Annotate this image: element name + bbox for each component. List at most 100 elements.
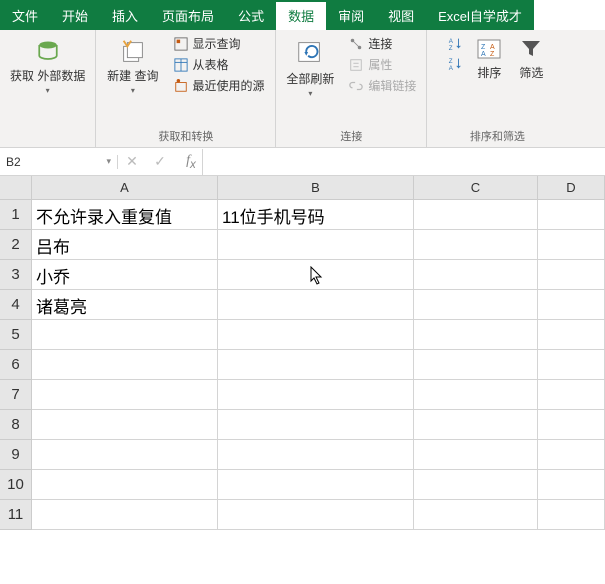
cell-A11[interactable] (32, 500, 218, 530)
cell-B9[interactable] (218, 440, 414, 470)
show-queries-icon (173, 36, 189, 52)
row-header-1[interactable]: 1 (0, 200, 31, 230)
cell-C7[interactable] (414, 380, 538, 410)
new-query-label: 新建 查询 (107, 70, 158, 84)
cell-A10[interactable] (32, 470, 218, 500)
tab-self-learn[interactable]: Excel自学成才 (426, 0, 534, 30)
tab-home[interactable]: 开始 (50, 0, 100, 30)
cell-D10[interactable] (538, 470, 605, 500)
group-connections: 全部刷新 ▾ 连接 属性 (276, 30, 427, 147)
row-header-11[interactable]: 11 (0, 500, 31, 530)
select-all-corner[interactable] (0, 176, 32, 200)
cell-D1[interactable] (538, 200, 605, 230)
cell-A7[interactable] (32, 380, 218, 410)
row-header-8[interactable]: 8 (0, 410, 31, 440)
cell-C10[interactable] (414, 470, 538, 500)
cell-B6[interactable] (218, 350, 414, 380)
refresh-all-button[interactable]: 全部刷新 ▾ (282, 34, 338, 100)
cell-C2[interactable] (414, 230, 538, 260)
cell-C4[interactable] (414, 290, 538, 320)
recent-sources-button[interactable]: 最近使用的源 (169, 76, 269, 95)
show-queries-button[interactable]: 显示查询 (169, 34, 269, 53)
row-header-4[interactable]: 4 (0, 290, 31, 320)
svg-text:A: A (449, 38, 454, 45)
row-header-10[interactable]: 10 (0, 470, 31, 500)
cell-C8[interactable] (414, 410, 538, 440)
recent-sources-label: 最近使用的源 (193, 77, 265, 94)
cell-A8[interactable] (32, 410, 218, 440)
cell-C3[interactable] (414, 260, 538, 290)
cancel-formula-button[interactable]: ✕ (118, 149, 146, 175)
cell-D3[interactable] (538, 260, 605, 290)
col-header-A[interactable]: A (32, 176, 218, 199)
cell-D9[interactable] (538, 440, 605, 470)
tab-review[interactable]: 审阅 (326, 0, 376, 30)
tab-formulas[interactable]: 公式 (226, 0, 276, 30)
recent-sources-icon (173, 78, 189, 94)
cell-A5[interactable] (32, 320, 218, 350)
tab-view[interactable]: 视图 (376, 0, 426, 30)
cell-A1[interactable]: 不允许录入重复值 (32, 200, 218, 230)
col-header-B[interactable]: B (218, 176, 414, 199)
tab-insert[interactable]: 插入 (100, 0, 150, 30)
cell-C6[interactable] (414, 350, 538, 380)
col-header-D[interactable]: D (538, 176, 605, 199)
from-table-button[interactable]: 从表格 (169, 55, 269, 74)
sort-asc-button[interactable]: AZ (445, 34, 465, 54)
cell-B10[interactable] (218, 470, 414, 500)
cell-B4[interactable] (218, 290, 414, 320)
row-header-7[interactable]: 7 (0, 380, 31, 410)
cell-D2[interactable] (538, 230, 605, 260)
cell-C11[interactable] (414, 500, 538, 530)
cell-B2[interactable] (218, 230, 414, 260)
row-header-3[interactable]: 3 (0, 260, 31, 290)
cell-C5[interactable] (414, 320, 538, 350)
cell-D6[interactable] (538, 350, 605, 380)
cell-B1[interactable]: 11位手机号码 (218, 200, 414, 230)
worksheet: A B C D 1 2 3 4 5 6 7 8 9 10 11 不允许录入重复值… (0, 176, 605, 584)
row-header-2[interactable]: 2 (0, 230, 31, 260)
properties-icon (348, 57, 364, 73)
table-icon (173, 57, 189, 73)
funnel-icon (518, 36, 544, 62)
tab-data[interactable]: 数据 (276, 0, 326, 30)
row-header-6[interactable]: 6 (0, 350, 31, 380)
sort-icon: ZAAZ (476, 36, 502, 62)
tab-file[interactable]: 文件 (0, 0, 50, 30)
cell-C1[interactable] (414, 200, 538, 230)
edit-links-label: 编辑链接 (368, 77, 416, 94)
get-external-data-button[interactable]: 获取 外部数据 ▾ (6, 34, 89, 97)
cell-B5[interactable] (218, 320, 414, 350)
new-query-button[interactable]: 新建 查询 ▾ (103, 34, 162, 97)
cell-B7[interactable] (218, 380, 414, 410)
cell-D5[interactable] (538, 320, 605, 350)
tab-page-layout[interactable]: 页面布局 (150, 0, 226, 30)
col-header-C[interactable]: C (414, 176, 538, 199)
accept-formula-button[interactable]: ✓ (146, 149, 174, 175)
edit-links-button[interactable]: 编辑链接 (344, 76, 420, 95)
name-box[interactable]: B2 ▾ (0, 155, 118, 169)
connections-button[interactable]: 连接 (344, 34, 420, 53)
group-sort-filter-label: 排序和筛选 (470, 126, 525, 145)
cell-D4[interactable] (538, 290, 605, 320)
sort-desc-button[interactable]: ZA (445, 54, 465, 74)
row-header-9[interactable]: 9 (0, 440, 31, 470)
cell-A9[interactable] (32, 440, 218, 470)
sort-button[interactable]: ZAAZ 排序 (471, 34, 507, 83)
cell-C9[interactable] (414, 440, 538, 470)
cell-A2[interactable]: 吕布 (32, 230, 218, 260)
cell-A3[interactable]: 小乔 (32, 260, 218, 290)
insert-function-button[interactable]: fx (174, 149, 202, 175)
cell-A6[interactable] (32, 350, 218, 380)
filter-button[interactable]: 筛选 (513, 34, 549, 83)
cell-D7[interactable] (538, 380, 605, 410)
cell-A4[interactable]: 诸葛亮 (32, 290, 218, 320)
cell-B11[interactable] (218, 500, 414, 530)
cells-area[interactable]: 不允许录入重复值11位手机号码 吕布 小乔 诸葛亮 (32, 200, 605, 530)
cell-D11[interactable] (538, 500, 605, 530)
cell-B8[interactable] (218, 410, 414, 440)
cell-D8[interactable] (538, 410, 605, 440)
row-header-5[interactable]: 5 (0, 320, 31, 350)
properties-button[interactable]: 属性 (344, 55, 420, 74)
chevron-down-icon: ▾ (308, 89, 312, 98)
